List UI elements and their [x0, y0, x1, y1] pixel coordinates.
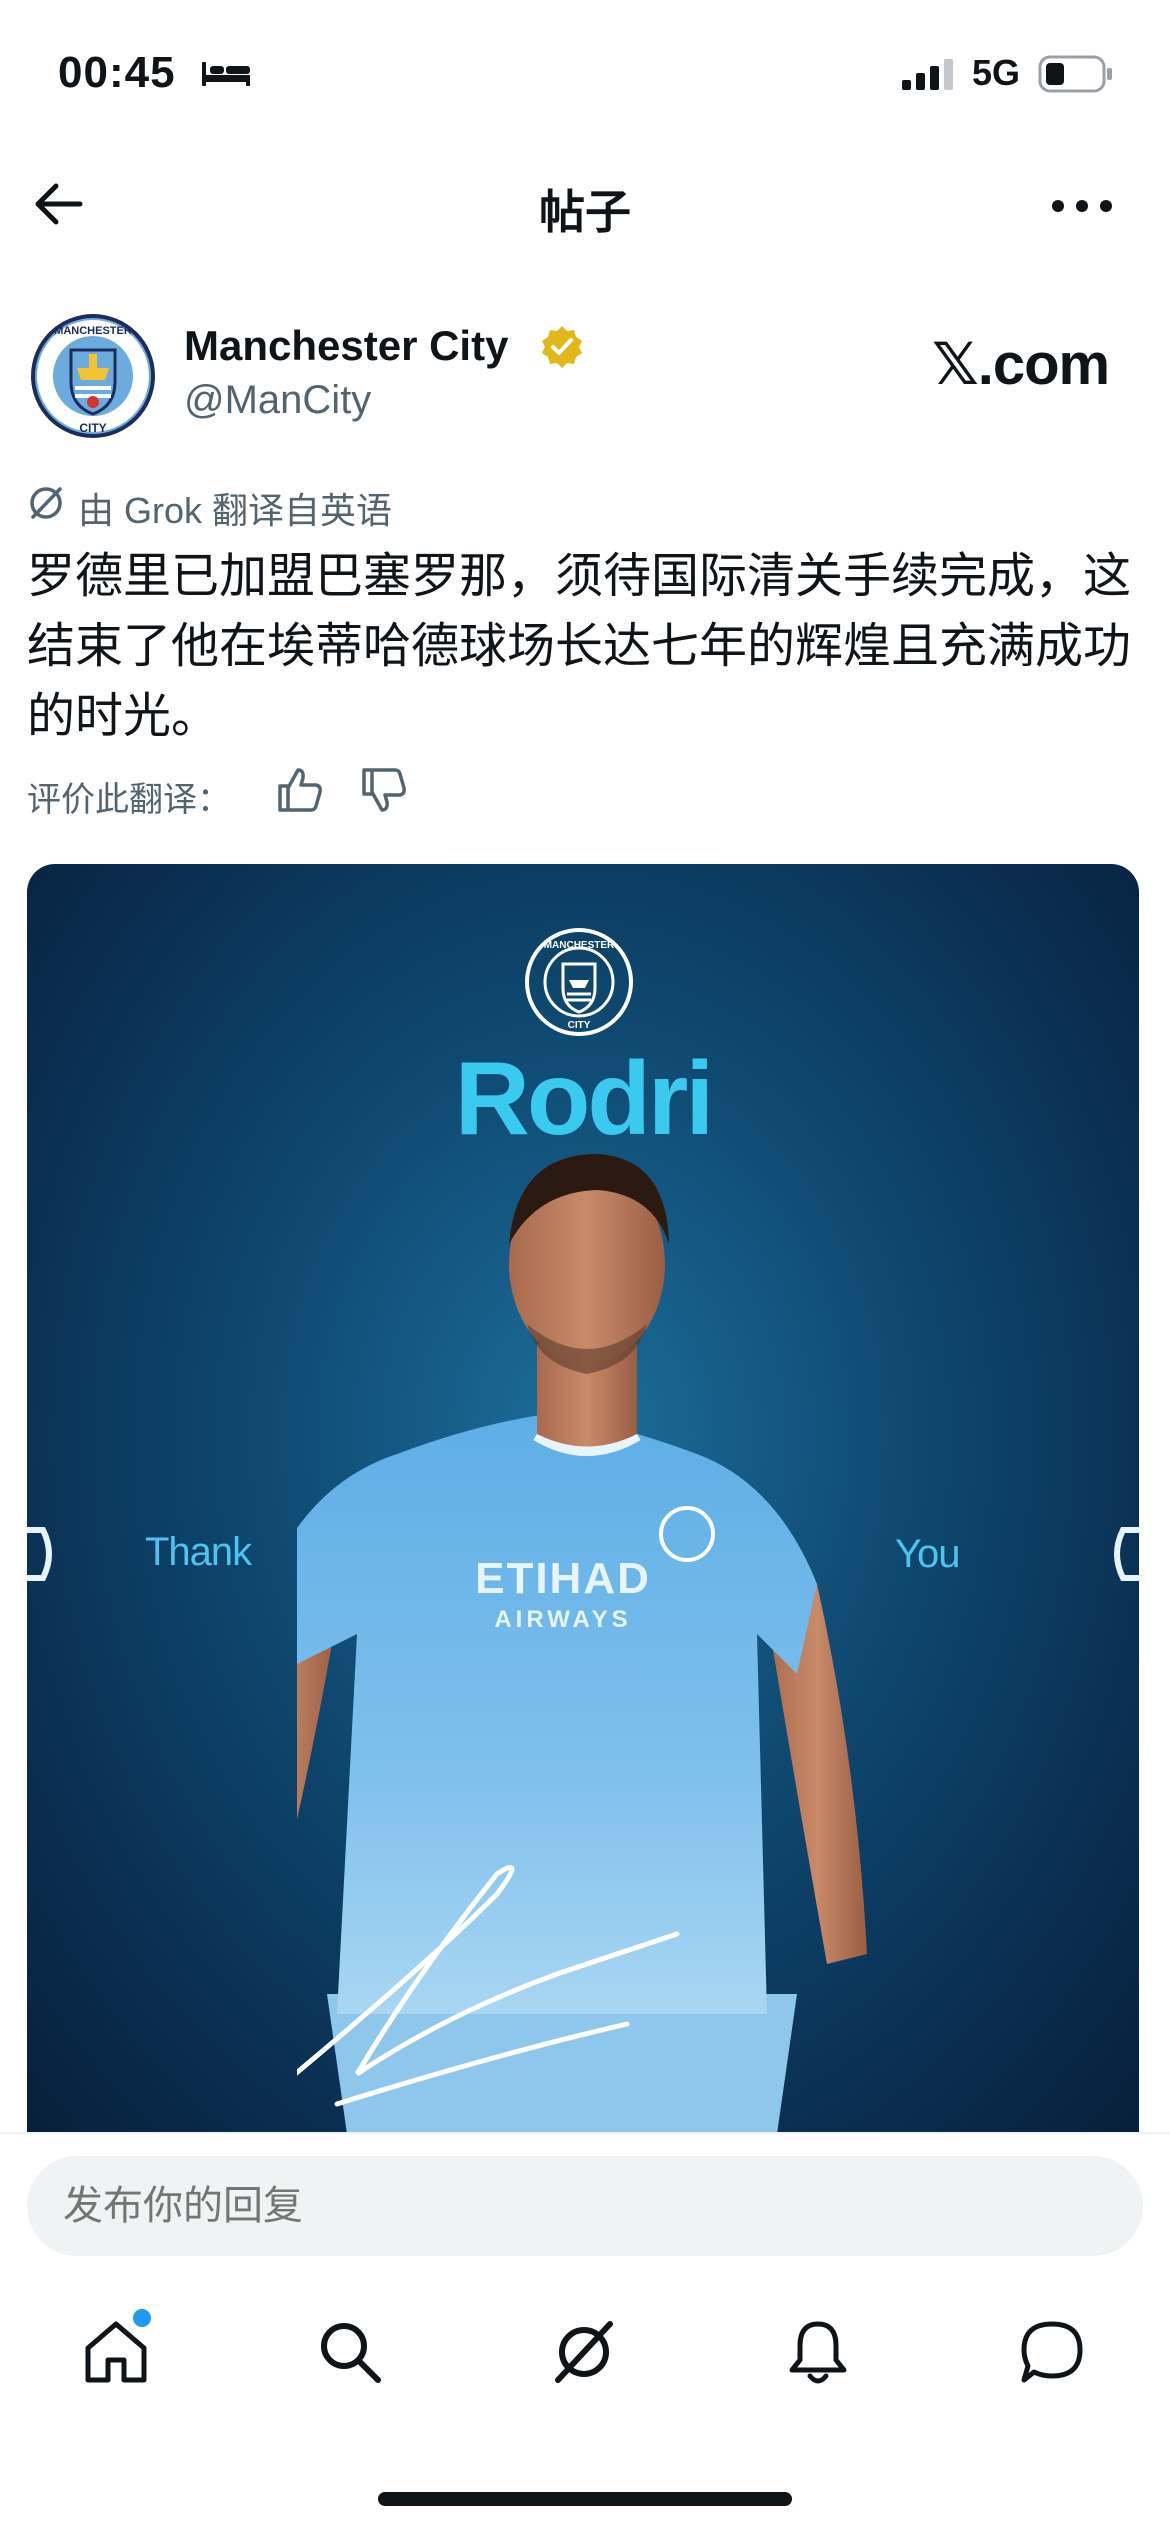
reply-input[interactable] [27, 2156, 1143, 2256]
svg-text:CITY: CITY [568, 1020, 591, 1031]
notification-dot [133, 2309, 151, 2327]
messages-icon[interactable] [1016, 2316, 1088, 2388]
home-indicator[interactable] [378, 2492, 792, 2506]
rate-translation-label: 评价此翻译： [27, 781, 231, 819]
post-image[interactable]: MANCHESTER CITY Rodri Thank You ETIHAD A… [27, 864, 1139, 2134]
bed-icon [202, 62, 250, 86]
shirt-sponsor: ETIHAD [475, 1554, 651, 1603]
thumb-up-icon[interactable] [276, 766, 324, 814]
club-crest-icon: MANCHESTER CITY [525, 928, 633, 1036]
search-icon[interactable] [314, 2316, 386, 2388]
source-logo: 𝕏.com [932, 332, 1110, 397]
battery-icon [1038, 55, 1112, 93]
grok-icon [30, 487, 62, 519]
status-time: 00:45 [58, 48, 176, 97]
notifications-icon[interactable] [782, 2316, 854, 2388]
more-icon[interactable] [1050, 194, 1114, 218]
avatar[interactable]: MANCHESTER CITY [27, 310, 159, 442]
page-title: 帖子 [539, 186, 631, 238]
post-text: 罗德里已加盟巴塞罗那，须待国际清关手续完成，这结束了他在埃蒂哈德球场长达七年的辉… [27, 550, 1132, 743]
verified-badge-icon [542, 326, 582, 368]
svg-text:MANCHESTER: MANCHESTER [54, 325, 132, 337]
thumb-down-icon[interactable] [360, 766, 408, 814]
author-name[interactable]: Manchester City [184, 322, 508, 370]
signal-icon [902, 59, 953, 90]
svg-text:CITY: CITY [79, 421, 106, 435]
network-type: 5G [972, 52, 1021, 93]
grok-icon[interactable] [548, 2316, 620, 2388]
translation-note: 由 Grok 翻译自英语 [78, 490, 393, 531]
svg-text:MANCHESTER: MANCHESTER [544, 940, 615, 951]
shirt-sponsor-sub: AIRWAYS [494, 1606, 632, 1633]
reply-divider [0, 2132, 1170, 2134]
author-handle[interactable]: @ManCity [184, 378, 371, 423]
